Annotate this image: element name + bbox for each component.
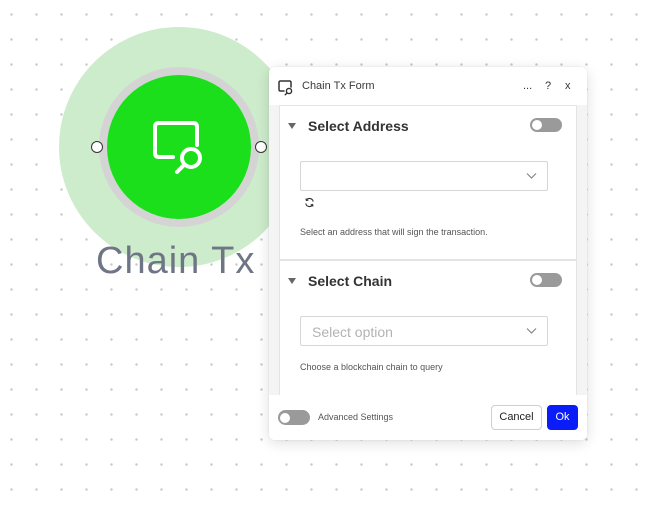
collapse-caret-icon[interactable] bbox=[288, 123, 296, 129]
chain-help-text: Choose a blockchain chain to query bbox=[300, 362, 443, 372]
input-port[interactable] bbox=[91, 141, 103, 153]
address-help-text: Select an address that will sign the tra… bbox=[300, 227, 488, 237]
node-label: Chain Tx bbox=[96, 240, 256, 282]
search-document-icon bbox=[153, 121, 202, 174]
panel-header: Chain Tx Form ... ? x bbox=[269, 67, 587, 106]
more-button[interactable]: ... bbox=[523, 80, 532, 92]
output-port[interactable] bbox=[255, 141, 267, 153]
address-toggle[interactable] bbox=[530, 118, 562, 132]
chevron-down-icon bbox=[526, 328, 537, 334]
toggle-knob bbox=[280, 412, 290, 423]
help-button[interactable]: ? bbox=[545, 80, 551, 92]
chain-tx-form-panel: Chain Tx Form ... ? x Select Address Sel… bbox=[269, 67, 587, 440]
select-chain-section: Select Chain Select option Choose a bloc… bbox=[279, 260, 577, 400]
select-placeholder: Select option bbox=[312, 324, 393, 340]
refresh-icon[interactable] bbox=[304, 197, 315, 208]
advanced-settings-label: Advanced Settings bbox=[318, 412, 394, 422]
advanced-settings-toggle[interactable] bbox=[278, 410, 310, 425]
chain-select[interactable]: Select option bbox=[300, 316, 548, 346]
select-address-section: Select Address Select an address that wi… bbox=[279, 105, 577, 260]
chain-tx-node[interactable] bbox=[99, 67, 259, 227]
panel-body[interactable]: Select Address Select an address that wi… bbox=[269, 105, 587, 400]
section-title: Select Chain bbox=[308, 273, 393, 289]
address-select[interactable] bbox=[300, 161, 548, 191]
chevron-down-icon bbox=[526, 173, 537, 179]
cancel-button[interactable]: Cancel bbox=[491, 405, 542, 430]
panel-title: Chain Tx Form bbox=[302, 80, 375, 92]
toggle-knob bbox=[532, 120, 542, 130]
node-core bbox=[107, 75, 251, 219]
panel-footer: Advanced Settings Cancel Ok bbox=[269, 395, 587, 440]
section-title: Select Address bbox=[308, 118, 409, 134]
search-document-icon bbox=[278, 80, 293, 96]
chain-toggle[interactable] bbox=[530, 273, 562, 287]
ok-button[interactable]: Ok bbox=[547, 405, 578, 430]
close-button[interactable]: x bbox=[565, 80, 571, 92]
toggle-knob bbox=[532, 275, 542, 285]
collapse-caret-icon[interactable] bbox=[288, 278, 296, 284]
